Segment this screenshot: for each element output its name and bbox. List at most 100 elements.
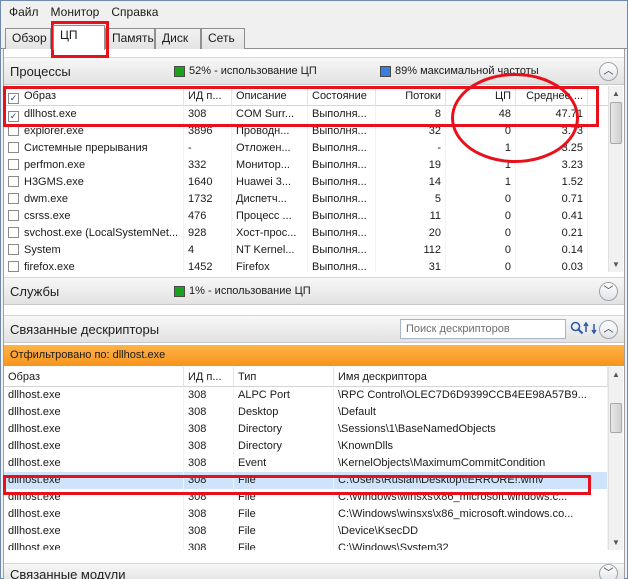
handle-cell-pid: 308 [184,506,234,523]
process-cell-state: Выполня... [308,242,376,259]
process-row[interactable]: System 4 NT Kernel... Выполня... 112 0 0.14 [4,242,608,259]
col-threads[interactable]: Потоки [376,86,446,106]
handle-row[interactable]: dllhost.exe 308 File C:\Windows\System32 [4,540,608,550]
handles-header[interactable]: Связанные дескрипторы Поиск дескрипторов… [4,315,624,343]
processes-header[interactable]: Процессы 52% - использование ЦП 89% макс… [4,57,624,85]
tab-overview[interactable]: Обзор [5,28,51,49]
process-checkbox[interactable] [8,176,19,187]
services-expand-button[interactable]: ﹀ [599,282,618,301]
handles-scroll-thumb[interactable] [610,403,622,433]
processes-scrollbar[interactable]: ▲ ▼ [608,86,623,272]
process-checkbox[interactable] [8,193,19,204]
process-row[interactable]: ✓ dllhost.exe 308 COM Surr... Выполня... 8 48 4… [4,106,608,123]
tab-memory[interactable]: Память [105,28,155,49]
col-cpu[interactable]: ЦП [446,86,516,106]
handle-cell-image: dllhost.exe [4,438,184,455]
col-pid[interactable]: ИД п... [184,86,232,106]
hcol-pid[interactable]: ИД п... [184,367,234,387]
process-row[interactable]: svchost.exe (LocalSystemNet... 928 Хост-пр… [4,225,608,242]
select-all-checkbox[interactable]: ✓ [8,93,19,104]
handle-cell-pid: 308 [184,404,234,421]
cpu-tab-content: Процессы 52% - использование ЦП 89% макс… [3,49,625,579]
col-image[interactable]: ✓ Образ [4,86,184,106]
handle-row[interactable]: dllhost.exe 308 File C:\Windows\winsxs\x86_… [4,506,608,523]
scroll-up-icon[interactable]: ▲ [609,86,623,101]
handles-table-header: Образ ИД п... Тип Имя дескриптора [4,367,608,387]
tab-strip: Обзор ЦП Память Диск Сеть [1,25,627,50]
handles-scroll-up-icon[interactable]: ▲ [609,367,623,382]
handles-collapse-button[interactable]: ︿ [599,320,618,339]
handle-row[interactable]: dllhost.exe 308 Directory \Sessions\1\BaseN… [4,421,608,438]
hcol-handle-name[interactable]: Имя дескриптора [334,367,608,387]
processes-table-header: ✓ Образ ИД п... Описание Состояние Потоки… [4,86,608,106]
services-header[interactable]: Службы 1% - использование ЦП ﹀ [4,277,624,305]
process-cell-cpu: 0 [446,259,516,272]
col-state[interactable]: Состояние [308,86,376,106]
process-image-name: explorer.exe [24,125,84,137]
col-average-cpu[interactable]: Среднее ... [516,86,588,106]
process-image-name: svchost.exe (LocalSystemNet... [24,227,179,239]
process-cell-pid: 332 [184,157,232,174]
process-row[interactable]: explorer.exe 3896 Проводн... Выполня... 32 0 3… [4,123,608,140]
process-checkbox[interactable] [8,210,19,221]
handle-row[interactable]: dllhost.exe 308 ALPC Port \RPC Control\OLEC… [4,387,608,404]
scroll-thumb[interactable] [610,102,622,144]
process-cell-threads: 5 [376,191,446,208]
process-checkbox[interactable] [8,244,19,255]
handles-scroll-down-icon[interactable]: ▼ [609,535,623,550]
process-cell-pid: 1640 [184,174,232,191]
process-checkbox[interactable] [8,159,19,170]
handle-row[interactable]: dllhost.exe 308 Directory \KnownDlls [4,438,608,455]
process-cell-avg: 47.71 [516,106,588,123]
scroll-down-icon[interactable]: ▼ [609,257,623,272]
handle-cell-image: dllhost.exe [4,387,184,404]
handles-scrollbar[interactable]: ▲ ▼ [608,367,623,550]
tab-cpu[interactable]: ЦП [53,25,105,50]
handle-cell-name: \KnownDlls [334,438,608,455]
process-row[interactable]: firefox.exe 1452 Firefox Выполня... 31 0 0.03 [4,259,608,272]
process-checkbox[interactable] [8,125,19,136]
search-icon[interactable] [570,321,584,335]
process-cell-threads: 112 [376,242,446,259]
handle-cell-image: dllhost.exe [4,489,184,506]
process-checkbox[interactable] [8,227,19,238]
process-cell-cpu: 1 [446,140,516,157]
handle-row[interactable]: dllhost.exe 308 Desktop \Default [4,404,608,421]
services-title: Службы [10,284,60,299]
handles-rows: dllhost.exe 308 ALPC Port \RPC Control\OLEC… [4,387,608,550]
tab-disk-label: Диск [162,31,189,45]
tab-memory-label: Память [112,31,154,45]
process-cell-avg: 0.41 [516,208,588,225]
process-row[interactable]: csrss.exe 476 Процесс ... Выполня... 11 0 0.41 [4,208,608,225]
modules-expand-button[interactable]: ﹀ [599,564,618,579]
handle-cell-type: Desktop [234,404,334,421]
handle-row[interactable]: dllhost.exe 308 File C:\Users\Ruslan\Deskto… [4,472,608,489]
process-cell-image: System [4,242,184,259]
process-row[interactable]: Системные прерывания - Отложен... Выполня..… [4,140,608,157]
process-row[interactable]: dwm.exe 1732 Диспетч... Выполня... 5 0 0.71 [4,191,608,208]
col-image-label: Образ [24,90,57,102]
process-row[interactable]: perfmon.exe 332 Монитор... Выполня... 19 1 3.2… [4,157,608,174]
hcol-image[interactable]: Образ [4,367,184,387]
process-cell-avg: 0.14 [516,242,588,259]
handles-search-input[interactable]: Поиск дескрипторов [400,319,566,339]
process-checkbox[interactable] [8,142,19,153]
refresh-icon[interactable] [583,321,597,335]
handle-row[interactable]: dllhost.exe 308 File \Device\KsecDD [4,523,608,540]
process-row[interactable]: H3GMS.exe 1640 Huawei 3... Выполня... 14 1 1.5… [4,174,608,191]
menu-help[interactable]: Справка [105,1,164,23]
handle-cell-image: dllhost.exe [4,472,184,489]
handle-row[interactable]: dllhost.exe 308 Event \KernelObjects\Maximu… [4,455,608,472]
process-checkbox[interactable] [8,261,19,272]
processes-collapse-button[interactable]: ︿ [599,62,618,81]
tab-disk[interactable]: Диск [155,28,201,49]
handle-cell-type: File [234,523,334,540]
handle-row[interactable]: dllhost.exe 308 File C:\Windows\winsxs\x86_… [4,489,608,506]
hcol-type[interactable]: Тип [234,367,334,387]
menu-file[interactable]: Файл [3,1,45,23]
modules-header[interactable]: Связанные модули ﹀ [4,563,624,579]
process-checkbox[interactable]: ✓ [8,111,19,122]
menu-monitor[interactable]: Монитор [45,1,106,23]
col-description[interactable]: Описание [232,86,308,106]
tab-network[interactable]: Сеть [201,28,245,49]
